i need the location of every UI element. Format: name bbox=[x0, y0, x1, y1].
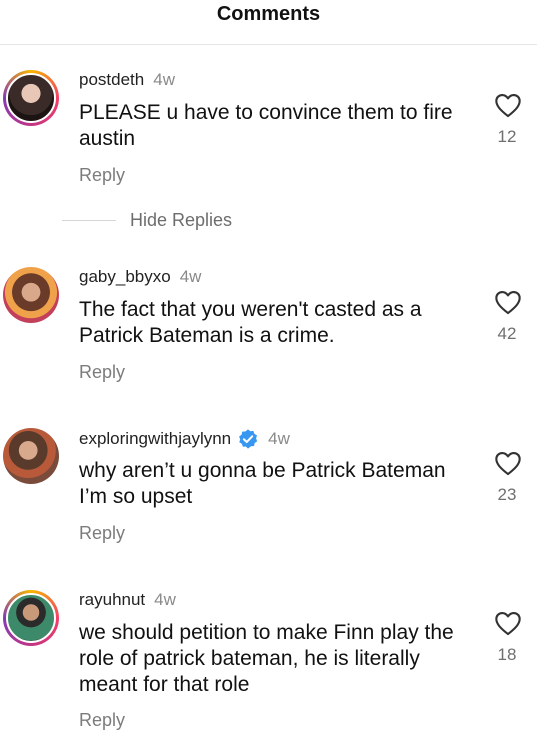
comment-text: The fact that you weren't casted as a Pa… bbox=[79, 298, 422, 347]
hide-replies-label: Hide Replies bbox=[130, 209, 233, 230]
comment-username[interactable]: gaby_bbyxo bbox=[79, 267, 171, 287]
reply-button[interactable]: Reply bbox=[79, 523, 125, 544]
avatar[interactable] bbox=[3, 267, 59, 323]
comment-text: why aren’t u gonna be Patrick Bateman I’… bbox=[79, 459, 446, 508]
comment-time: 4w bbox=[153, 70, 175, 89]
like-count: 42 bbox=[497, 324, 517, 343]
reply-button[interactable]: Reply bbox=[79, 362, 125, 383]
like-count: 12 bbox=[497, 127, 517, 146]
verified-badge-icon bbox=[239, 429, 258, 449]
comment-time: 4w bbox=[268, 429, 290, 448]
reply-button[interactable]: Reply bbox=[79, 710, 125, 731]
heart-outline-icon[interactable] bbox=[494, 450, 522, 476]
comments-header: Comments bbox=[0, 0, 537, 45]
comment-username[interactable]: rayuhnut bbox=[79, 590, 145, 610]
comment-time: 4w bbox=[179, 267, 202, 286]
avatar[interactable] bbox=[3, 70, 59, 126]
heart-outline-icon[interactable] bbox=[494, 289, 522, 315]
avatar[interactable] bbox=[3, 590, 59, 646]
like-count: 23 bbox=[497, 485, 517, 504]
like-count: 18 bbox=[497, 645, 517, 664]
hide-replies-divider bbox=[62, 219, 116, 221]
heart-outline-icon[interactable] bbox=[494, 610, 522, 636]
page-title: Comments bbox=[216, 3, 321, 25]
comment-username[interactable]: exploringwithjaylynn bbox=[79, 429, 231, 449]
hide-replies-button[interactable]: Hide Replies bbox=[62, 205, 232, 235]
comment-text: we should petition to make Finn play the… bbox=[79, 621, 454, 696]
heart-outline-icon[interactable] bbox=[494, 92, 522, 118]
comment-text: PLEASE u have to convince them to fire a… bbox=[79, 101, 453, 150]
reply-button[interactable]: Reply bbox=[79, 165, 125, 186]
comment-username[interactable]: postdeth bbox=[79, 70, 144, 90]
comment-time: 4w bbox=[154, 590, 176, 609]
avatar[interactable] bbox=[3, 428, 59, 484]
